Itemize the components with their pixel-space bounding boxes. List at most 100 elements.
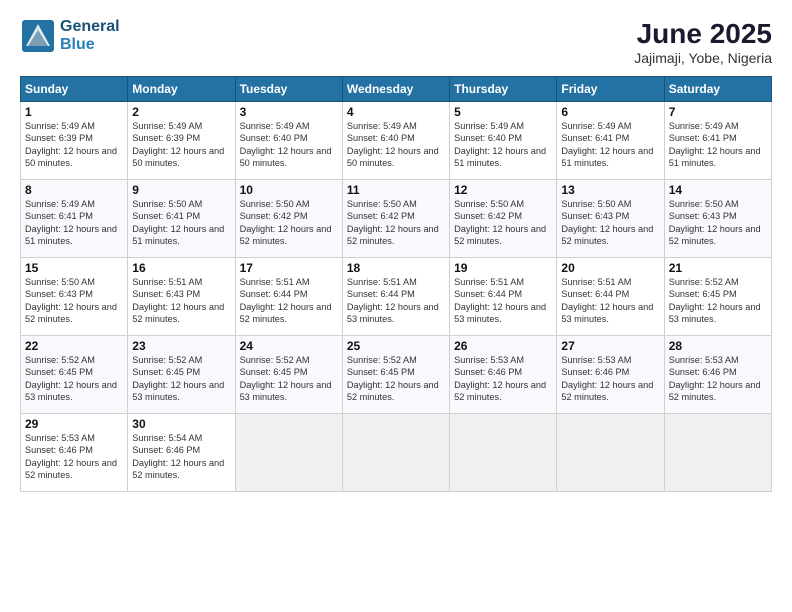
calendar-cell: 7 Sunrise: 5:49 AMSunset: 6:41 PMDayligh…	[664, 102, 771, 180]
day-info: Sunrise: 5:52 AMSunset: 6:45 PMDaylight:…	[347, 355, 439, 402]
day-number: 30	[132, 417, 230, 431]
day-number: 17	[240, 261, 338, 275]
calendar-cell: 23 Sunrise: 5:52 AMSunset: 6:45 PMDaylig…	[128, 336, 235, 414]
day-info: Sunrise: 5:50 AMSunset: 6:42 PMDaylight:…	[347, 199, 439, 246]
logo: General Blue	[20, 18, 120, 54]
page: General Blue June 2025 Jajimaji, Yobe, N…	[0, 0, 792, 612]
day-number: 5	[454, 105, 552, 119]
day-info: Sunrise: 5:49 AMSunset: 6:41 PMDaylight:…	[561, 121, 653, 168]
calendar-cell: 17 Sunrise: 5:51 AMSunset: 6:44 PMDaylig…	[235, 258, 342, 336]
day-info: Sunrise: 5:54 AMSunset: 6:46 PMDaylight:…	[132, 433, 224, 480]
day-number: 26	[454, 339, 552, 353]
calendar-cell: 19 Sunrise: 5:51 AMSunset: 6:44 PMDaylig…	[450, 258, 557, 336]
day-number: 12	[454, 183, 552, 197]
day-info: Sunrise: 5:51 AMSunset: 6:43 PMDaylight:…	[132, 277, 224, 324]
calendar-cell: 8 Sunrise: 5:49 AMSunset: 6:41 PMDayligh…	[21, 180, 128, 258]
day-info: Sunrise: 5:52 AMSunset: 6:45 PMDaylight:…	[240, 355, 332, 402]
day-number: 20	[561, 261, 659, 275]
day-info: Sunrise: 5:51 AMSunset: 6:44 PMDaylight:…	[347, 277, 439, 324]
month-year-title: June 2025	[634, 18, 772, 50]
logo-text: General Blue	[60, 18, 120, 53]
col-header-thursday: Thursday	[450, 77, 557, 102]
header: General Blue June 2025 Jajimaji, Yobe, N…	[20, 18, 772, 66]
day-info: Sunrise: 5:53 AMSunset: 6:46 PMDaylight:…	[25, 433, 117, 480]
day-number: 9	[132, 183, 230, 197]
day-info: Sunrise: 5:51 AMSunset: 6:44 PMDaylight:…	[454, 277, 546, 324]
calendar-cell: 21 Sunrise: 5:52 AMSunset: 6:45 PMDaylig…	[664, 258, 771, 336]
calendar-cell: 5 Sunrise: 5:49 AMSunset: 6:40 PMDayligh…	[450, 102, 557, 180]
day-info: Sunrise: 5:53 AMSunset: 6:46 PMDaylight:…	[561, 355, 653, 402]
calendar-week-row: 29 Sunrise: 5:53 AMSunset: 6:46 PMDaylig…	[21, 414, 772, 492]
calendar-cell: 12 Sunrise: 5:50 AMSunset: 6:42 PMDaylig…	[450, 180, 557, 258]
day-number: 28	[669, 339, 767, 353]
calendar-cell: 11 Sunrise: 5:50 AMSunset: 6:42 PMDaylig…	[342, 180, 449, 258]
col-header-saturday: Saturday	[664, 77, 771, 102]
calendar-cell: 20 Sunrise: 5:51 AMSunset: 6:44 PMDaylig…	[557, 258, 664, 336]
day-number: 15	[25, 261, 123, 275]
calendar-header-row: SundayMondayTuesdayWednesdayThursdayFrid…	[21, 77, 772, 102]
col-header-tuesday: Tuesday	[235, 77, 342, 102]
calendar-week-row: 15 Sunrise: 5:50 AMSunset: 6:43 PMDaylig…	[21, 258, 772, 336]
calendar-cell: 16 Sunrise: 5:51 AMSunset: 6:43 PMDaylig…	[128, 258, 235, 336]
day-info: Sunrise: 5:51 AMSunset: 6:44 PMDaylight:…	[240, 277, 332, 324]
day-number: 13	[561, 183, 659, 197]
day-info: Sunrise: 5:50 AMSunset: 6:42 PMDaylight:…	[454, 199, 546, 246]
day-number: 27	[561, 339, 659, 353]
day-info: Sunrise: 5:50 AMSunset: 6:41 PMDaylight:…	[132, 199, 224, 246]
day-info: Sunrise: 5:49 AMSunset: 6:39 PMDaylight:…	[25, 121, 117, 168]
day-info: Sunrise: 5:53 AMSunset: 6:46 PMDaylight:…	[669, 355, 761, 402]
day-info: Sunrise: 5:49 AMSunset: 6:41 PMDaylight:…	[669, 121, 761, 168]
calendar-table: SundayMondayTuesdayWednesdayThursdayFrid…	[20, 76, 772, 492]
day-number: 4	[347, 105, 445, 119]
day-number: 6	[561, 105, 659, 119]
day-number: 11	[347, 183, 445, 197]
day-number: 25	[347, 339, 445, 353]
calendar-cell: 30 Sunrise: 5:54 AMSunset: 6:46 PMDaylig…	[128, 414, 235, 492]
calendar-cell: 14 Sunrise: 5:50 AMSunset: 6:43 PMDaylig…	[664, 180, 771, 258]
day-number: 18	[347, 261, 445, 275]
calendar-cell: 2 Sunrise: 5:49 AMSunset: 6:39 PMDayligh…	[128, 102, 235, 180]
day-info: Sunrise: 5:50 AMSunset: 6:42 PMDaylight:…	[240, 199, 332, 246]
calendar-cell: 10 Sunrise: 5:50 AMSunset: 6:42 PMDaylig…	[235, 180, 342, 258]
calendar-week-row: 1 Sunrise: 5:49 AMSunset: 6:39 PMDayligh…	[21, 102, 772, 180]
day-info: Sunrise: 5:52 AMSunset: 6:45 PMDaylight:…	[132, 355, 224, 402]
day-number: 19	[454, 261, 552, 275]
calendar-cell	[342, 414, 449, 492]
day-number: 23	[132, 339, 230, 353]
day-number: 14	[669, 183, 767, 197]
calendar-cell	[557, 414, 664, 492]
calendar-cell	[235, 414, 342, 492]
calendar-cell: 29 Sunrise: 5:53 AMSunset: 6:46 PMDaylig…	[21, 414, 128, 492]
col-header-wednesday: Wednesday	[342, 77, 449, 102]
calendar-cell: 18 Sunrise: 5:51 AMSunset: 6:44 PMDaylig…	[342, 258, 449, 336]
col-header-monday: Monday	[128, 77, 235, 102]
day-number: 21	[669, 261, 767, 275]
calendar-cell: 3 Sunrise: 5:49 AMSunset: 6:40 PMDayligh…	[235, 102, 342, 180]
calendar-cell: 4 Sunrise: 5:49 AMSunset: 6:40 PMDayligh…	[342, 102, 449, 180]
day-number: 7	[669, 105, 767, 119]
day-info: Sunrise: 5:49 AMSunset: 6:40 PMDaylight:…	[347, 121, 439, 168]
calendar-cell	[664, 414, 771, 492]
logo-icon	[20, 18, 56, 54]
day-number: 2	[132, 105, 230, 119]
day-number: 16	[132, 261, 230, 275]
title-block: June 2025 Jajimaji, Yobe, Nigeria	[634, 18, 772, 66]
col-header-friday: Friday	[557, 77, 664, 102]
day-info: Sunrise: 5:50 AMSunset: 6:43 PMDaylight:…	[561, 199, 653, 246]
day-number: 22	[25, 339, 123, 353]
day-number: 10	[240, 183, 338, 197]
calendar-cell: 28 Sunrise: 5:53 AMSunset: 6:46 PMDaylig…	[664, 336, 771, 414]
day-number: 3	[240, 105, 338, 119]
day-number: 8	[25, 183, 123, 197]
day-info: Sunrise: 5:51 AMSunset: 6:44 PMDaylight:…	[561, 277, 653, 324]
day-info: Sunrise: 5:49 AMSunset: 6:40 PMDaylight:…	[454, 121, 546, 168]
calendar-week-row: 8 Sunrise: 5:49 AMSunset: 6:41 PMDayligh…	[21, 180, 772, 258]
day-info: Sunrise: 5:50 AMSunset: 6:43 PMDaylight:…	[25, 277, 117, 324]
calendar-cell: 6 Sunrise: 5:49 AMSunset: 6:41 PMDayligh…	[557, 102, 664, 180]
day-info: Sunrise: 5:52 AMSunset: 6:45 PMDaylight:…	[25, 355, 117, 402]
day-info: Sunrise: 5:50 AMSunset: 6:43 PMDaylight:…	[669, 199, 761, 246]
calendar-cell: 15 Sunrise: 5:50 AMSunset: 6:43 PMDaylig…	[21, 258, 128, 336]
calendar-cell: 9 Sunrise: 5:50 AMSunset: 6:41 PMDayligh…	[128, 180, 235, 258]
day-number: 29	[25, 417, 123, 431]
calendar-cell: 1 Sunrise: 5:49 AMSunset: 6:39 PMDayligh…	[21, 102, 128, 180]
